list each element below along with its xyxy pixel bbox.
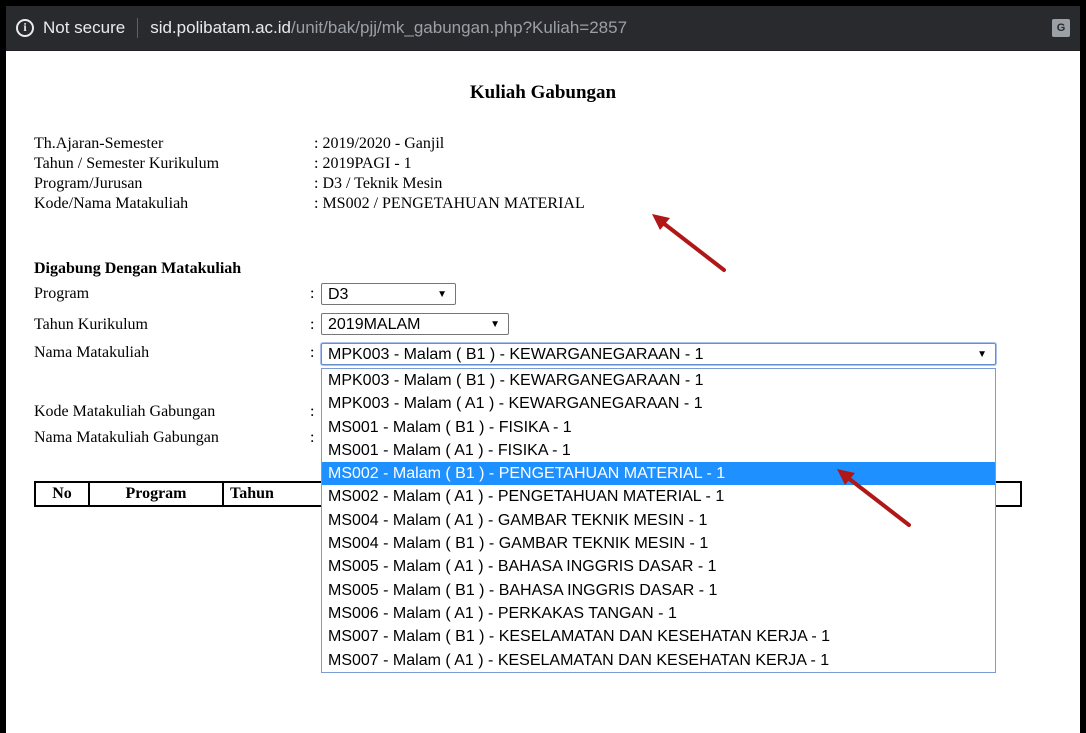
info-value: : D3 / Teknik Mesin bbox=[314, 175, 443, 192]
dropdown-option[interactable]: MS007 - Malam ( B1 ) - KESELAMATAN DAN K… bbox=[322, 625, 995, 648]
page-title: Kuliah Gabungan bbox=[469, 82, 617, 103]
dropdown-option[interactable]: MS005 - Malam ( B1 ) - BAHASA INGGRIS DA… bbox=[322, 579, 995, 602]
matakuliah-select[interactable]: MPK003 - Malam ( B1 ) - KEWARGANEGARAAN … bbox=[321, 343, 996, 365]
form-colon: : bbox=[310, 285, 315, 302]
omnibox-separator bbox=[137, 17, 139, 38]
chevron-down-icon: ▼ bbox=[437, 289, 447, 300]
browser-window: i Not secure sid.polibatam.ac.id/unit/ba… bbox=[6, 6, 1080, 733]
matakuliah-dropdown-list[interactable]: MPK003 - Malam ( B1 ) - KEWARGANEGARAAN … bbox=[321, 368, 996, 673]
chevron-down-icon: ▼ bbox=[490, 319, 500, 330]
program-select-value: D3 bbox=[328, 286, 349, 303]
form-label-matakuliah: Nama Matakuliah bbox=[34, 344, 150, 361]
form-colon: : bbox=[310, 429, 315, 446]
info-label: Program/Jurusan bbox=[34, 175, 143, 192]
merge-section-title: Digabung Dengan Matakuliah bbox=[34, 260, 242, 277]
chevron-down-icon: ▼ bbox=[977, 349, 987, 360]
dropdown-option-highlighted[interactable]: MS002 - Malam ( B1 ) - PENGETAHUAN MATER… bbox=[322, 462, 995, 486]
dropdown-option[interactable]: MS005 - Malam ( A1 ) - BAHASA INGGRIS DA… bbox=[322, 555, 995, 578]
form-label-kode-gabungan: Kode Matakuliah Gabungan bbox=[34, 403, 216, 420]
info-value: : 2019/2020 - Ganjil bbox=[314, 135, 445, 152]
not-secure-label[interactable]: Not secure bbox=[43, 18, 125, 38]
address-bar[interactable]: i Not secure sid.polibatam.ac.id/unit/ba… bbox=[6, 6, 1080, 51]
kurikulum-select[interactable]: 2019MALAM ▼ bbox=[321, 313, 509, 335]
page-content: Kuliah Gabungan Th.Ajaran-Semester : 201… bbox=[6, 50, 1080, 733]
form-label-nama-gabungan: Nama Matakuliah Gabungan bbox=[34, 429, 219, 446]
info-icon[interactable]: i bbox=[16, 18, 34, 37]
program-select[interactable]: D3 ▼ bbox=[321, 283, 456, 305]
matakuliah-select-value: MPK003 - Malam ( B1 ) - KEWARGANEGARAAN … bbox=[328, 346, 704, 363]
url-path[interactable]: /unit/bak/pjj/mk_gabungan.php?Kuliah=285… bbox=[291, 18, 627, 38]
kurikulum-select-value: 2019MALAM bbox=[328, 316, 421, 333]
table-header-no: No bbox=[34, 481, 90, 507]
dropdown-option[interactable]: MS001 - Malam ( B1 ) - FISIKA - 1 bbox=[322, 416, 995, 439]
table-header-program: Program bbox=[88, 481, 224, 507]
dropdown-option[interactable]: MPK003 - Malam ( B1 ) - KEWARGANEGARAAN … bbox=[322, 369, 995, 392]
form-colon: : bbox=[310, 403, 315, 420]
dropdown-option[interactable]: MS002 - Malam ( A1 ) - PENGETAHUAN MATER… bbox=[322, 485, 995, 508]
translate-icon[interactable]: G bbox=[1052, 19, 1070, 37]
form-label-kurikulum: Tahun Kurikulum bbox=[34, 316, 148, 333]
info-label: Kode/Nama Matakuliah bbox=[34, 195, 189, 212]
dropdown-option[interactable]: MS004 - Malam ( B1 ) - GAMBAR TEKNIK MES… bbox=[322, 532, 995, 555]
info-label: Tahun / Semester Kurikulum bbox=[34, 155, 220, 172]
info-value: : 2019PAGI - 1 bbox=[314, 155, 412, 172]
form-label-program: Program bbox=[34, 285, 90, 302]
form-colon: : bbox=[310, 316, 315, 333]
dropdown-option[interactable]: MPK003 - Malam ( A1 ) - KEWARGANEGARAAN … bbox=[322, 392, 995, 415]
annotation-arrow-icon bbox=[652, 214, 726, 272]
url-host[interactable]: sid.polibatam.ac.id bbox=[150, 18, 291, 38]
form-colon: : bbox=[310, 344, 315, 361]
info-label: Th.Ajaran-Semester bbox=[34, 135, 164, 152]
omnibox[interactable]: i Not secure sid.polibatam.ac.id/unit/ba… bbox=[16, 12, 627, 43]
dropdown-option[interactable]: MS006 - Malam ( A1 ) - PERKAKAS TANGAN -… bbox=[322, 602, 995, 625]
info-value: : MS002 / PENGETAHUAN MATERIAL bbox=[314, 195, 585, 212]
dropdown-option[interactable]: MS007 - Malam ( A1 ) - KESELAMATAN DAN K… bbox=[322, 649, 995, 672]
dropdown-option[interactable]: MS004 - Malam ( A1 ) - GAMBAR TEKNIK MES… bbox=[322, 509, 995, 532]
dropdown-option[interactable]: MS001 - Malam ( A1 ) - FISIKA - 1 bbox=[322, 439, 995, 462]
